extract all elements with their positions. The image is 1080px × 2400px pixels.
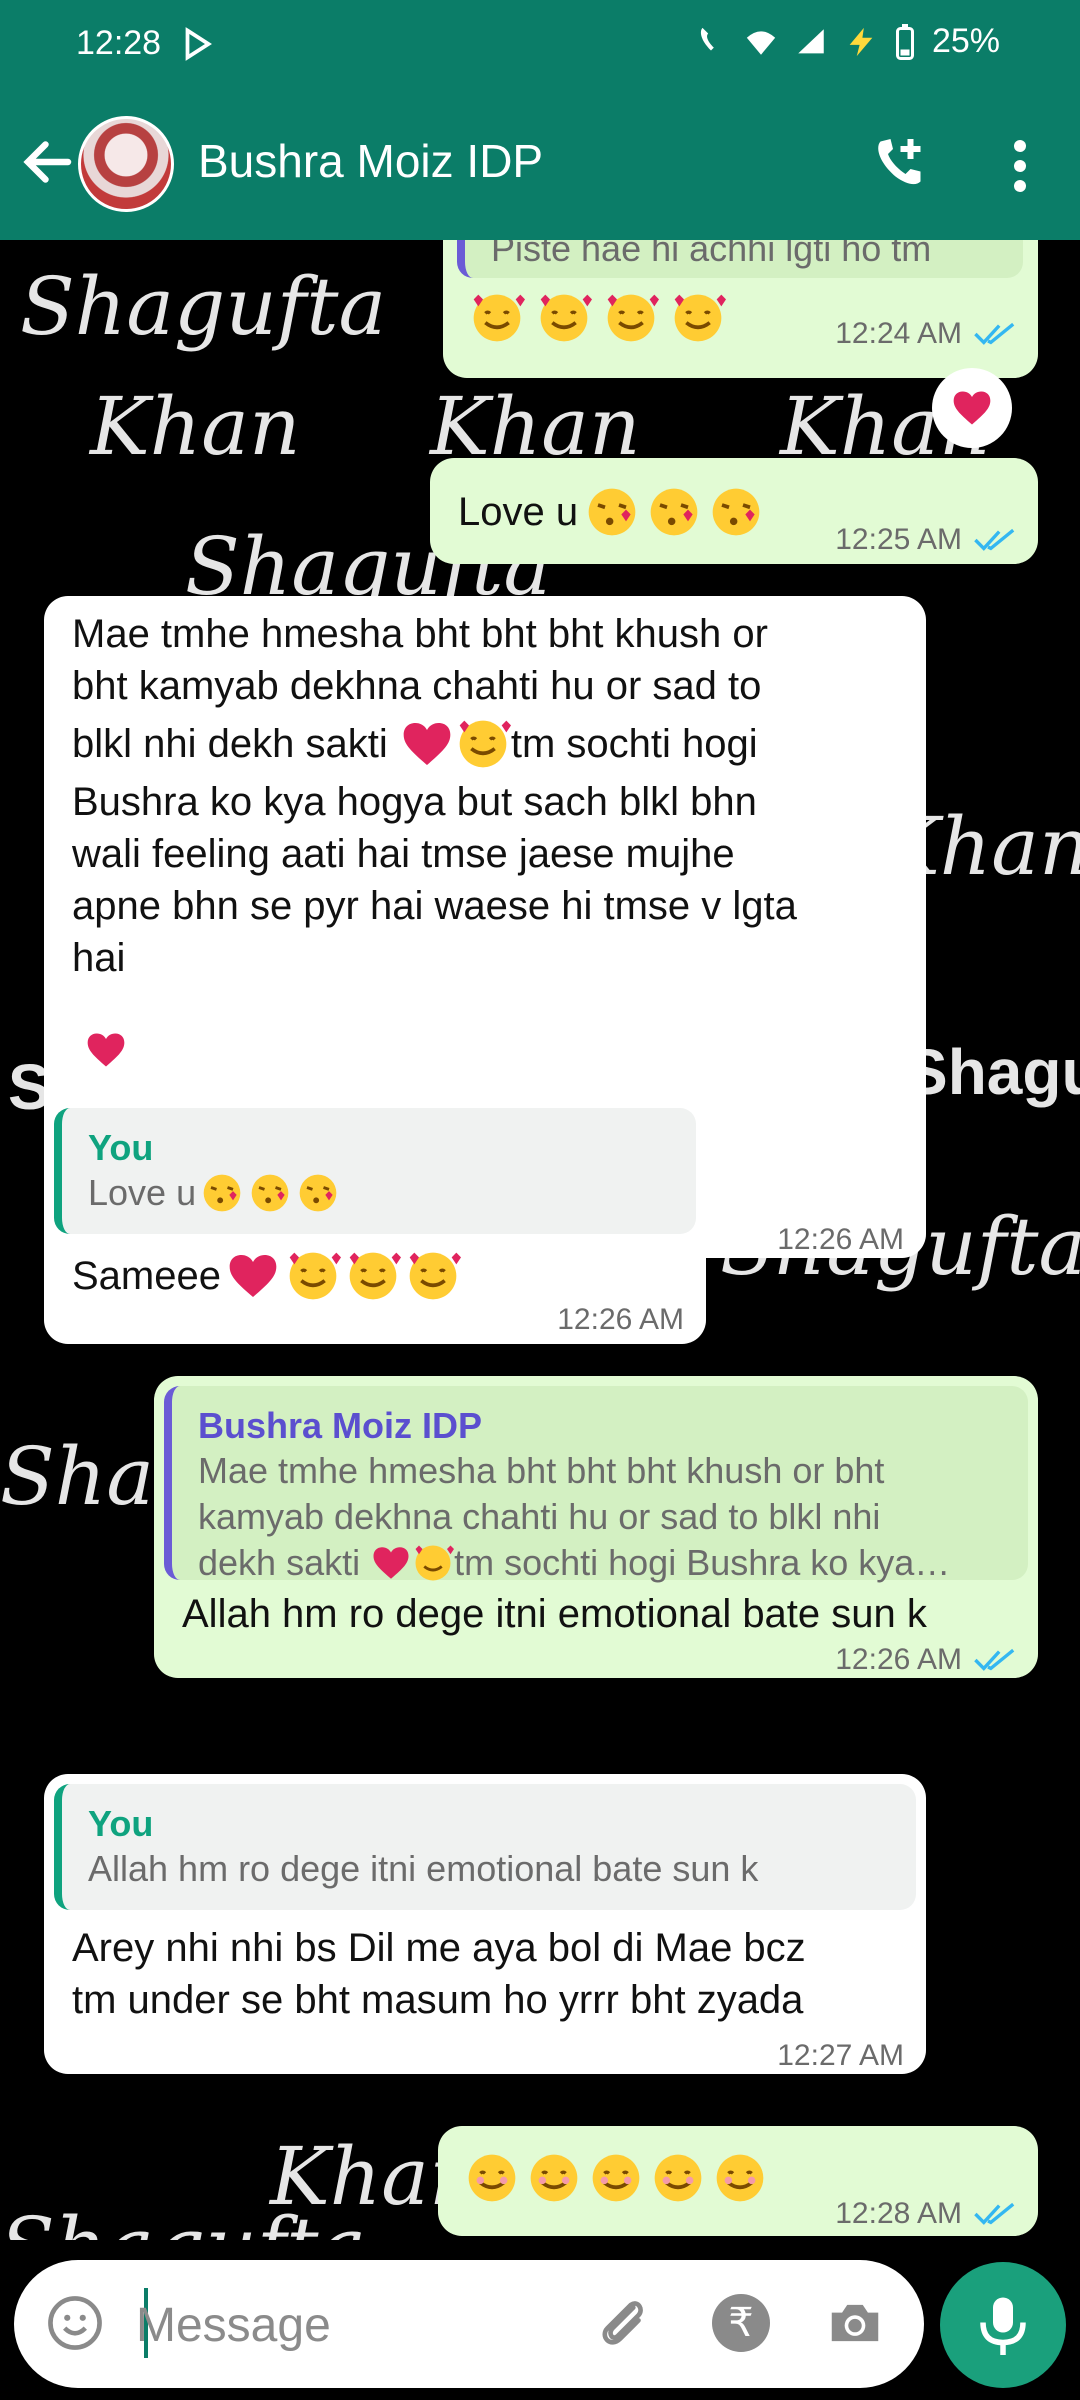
- quote-text: Love u: [88, 1170, 670, 1216]
- wallpaper-watermark: Khan: [90, 380, 301, 473]
- quote-text: Mae tmhe hmesha bht bht bht khush or bht…: [198, 1450, 951, 1583]
- back-arrow-icon[interactable]: [18, 132, 78, 192]
- system-icons: 25%: [694, 22, 1000, 61]
- quote-author: You: [88, 1803, 154, 1844]
- red-heart-icon: [403, 723, 451, 765]
- message-meta: 12:26 AM: [835, 1634, 1016, 1686]
- quoted-message[interactable]: Bushra Moiz IDP Mae tmhe hmesha bht bht …: [164, 1386, 1028, 1583]
- voice-message-button[interactable]: [940, 2262, 1066, 2388]
- read-ticks-icon: [974, 2202, 1015, 2225]
- message-meta: 12:27 AM: [777, 2030, 904, 2082]
- smiling-face-with-hearts-icon: [459, 720, 511, 768]
- message-outgoing[interactable]: 12:28 AM: [438, 2126, 1038, 2236]
- smiling-face-with-hearts-icon: [415, 1545, 455, 1581]
- smiling-face-with-hearts-icon: [607, 295, 660, 342]
- smiling-face-with-hearts-icon: [675, 295, 727, 342]
- message-meta: 12:24 AM: [835, 308, 1016, 360]
- message-meta: 12:25 AM: [835, 514, 1016, 566]
- message-time: 12:26 AM: [777, 1223, 904, 1256]
- face-blowing-kiss-icon: [712, 488, 760, 536]
- smiling-face-with-hearts-icon: [409, 1252, 461, 1300]
- smiling-face-icon: [592, 2154, 640, 2202]
- message-outgoing[interactable]: Love u 12:25 AM: [430, 458, 1038, 564]
- payment-icon[interactable]: ₹: [712, 2294, 770, 2352]
- reaction-heart[interactable]: [66, 1010, 146, 1090]
- message-text: Sameee: [72, 1248, 461, 1304]
- status-bar: 12:28 25%: [0, 0, 1080, 88]
- message-input[interactable]: Message: [136, 2298, 331, 2353]
- add-call-icon[interactable]: [868, 134, 928, 194]
- red-heart-icon: [373, 1547, 409, 1579]
- smiling-face-icon: [468, 2154, 516, 2202]
- attach-icon[interactable]: [592, 2292, 654, 2354]
- quote-author: Bushra Moiz IDP: [198, 1405, 483, 1446]
- battery-percent: 25%: [931, 22, 1000, 60]
- contact-avatar[interactable]: [78, 116, 174, 212]
- red-heart-icon: [229, 1255, 277, 1297]
- message-time: 12:24 AM: [835, 317, 962, 350]
- message-meta: 12:26 AM: [557, 1294, 684, 1346]
- battery-icon: [895, 23, 914, 60]
- message-outgoing[interactable]: Bushra Moiz IDP Mae tmhe hmesha bht bht …: [154, 1376, 1038, 1678]
- face-blowing-kiss-icon: [650, 488, 698, 536]
- status-time: 12:28: [76, 24, 162, 62]
- signal-icon: [798, 28, 824, 53]
- wifi-call-icon: [700, 27, 714, 50]
- message-meta: 12:26 AM: [777, 1214, 904, 1266]
- contact-name[interactable]: Bushra Moiz IDP: [198, 134, 543, 188]
- face-blowing-kiss-icon: [588, 488, 636, 536]
- message-input-bar[interactable]: Message ₹: [14, 2260, 924, 2388]
- wallpaper-watermark: Shagu: [905, 1036, 1080, 1108]
- message-time: 12:28 AM: [835, 2197, 962, 2230]
- message-meta: 12:28 AM: [835, 2188, 1016, 2240]
- quote-author: You: [88, 1127, 154, 1168]
- smiling-face-with-hearts-icon: [473, 295, 525, 342]
- face-blowing-kiss-icon: [299, 1174, 337, 1212]
- read-ticks-icon: [974, 528, 1015, 551]
- smiling-face-icon: [654, 2154, 702, 2202]
- wallpaper-watermark: Shagufta: [20, 260, 387, 353]
- message-time: 12:26 AM: [557, 1303, 684, 1336]
- heart-icon: [953, 391, 991, 425]
- more-options-icon[interactable]: [1000, 136, 1040, 196]
- quoted-message[interactable]: You Love u: [54, 1108, 696, 1234]
- emoji-row: [464, 2150, 768, 2206]
- face-blowing-kiss-icon: [203, 1174, 241, 1212]
- message-time: 12:27 AM: [777, 2039, 904, 2072]
- message-text: Mae tmhe hmesha bht bht bht khush or bht…: [72, 612, 797, 980]
- quote-text: Allah hm ro dege itni emotional bate sun…: [88, 1848, 759, 1889]
- play-store-icon: [185, 27, 212, 61]
- heart-icon: [87, 1033, 125, 1067]
- face-blowing-kiss-icon: [251, 1174, 289, 1212]
- battery-saver-icon: [849, 27, 873, 56]
- reaction-heart[interactable]: [932, 368, 1012, 448]
- quoted-message[interactable]: You Allah hm ro dege itni emotional bate…: [54, 1784, 916, 1910]
- microphone-icon: [980, 2297, 1026, 2355]
- read-ticks-icon: [974, 322, 1015, 345]
- chat-area[interactable]: Shagufta Khan Khan Khan Shagufta Khan Sh…: [0, 240, 1080, 2240]
- read-ticks-icon: [974, 1648, 1015, 1671]
- message-incoming[interactable]: You Love u Sameee 12:26 AM: [44, 1098, 706, 1344]
- message-text: Allah hm ro dege itni emotional bate sun…: [182, 1592, 927, 1636]
- message-outgoing[interactable]: Piste hae hi achhi lgti ho tm 12:24 AM: [443, 240, 1038, 378]
- smiling-face-with-hearts-icon: [349, 1252, 401, 1300]
- message-text: Love u: [458, 484, 764, 540]
- emoji-icon[interactable]: [44, 2292, 106, 2354]
- message-text: Arey nhi nhi bs Dil me aya bol di Mae bc…: [72, 1926, 806, 2022]
- message-incoming[interactable]: You Allah hm ro dege itni emotional bate…: [44, 1774, 926, 2074]
- chat-header: Bushra Moiz IDP: [0, 88, 1080, 240]
- message-time: 12:25 AM: [835, 523, 962, 556]
- message-time: 12:26 AM: [835, 1643, 962, 1676]
- smiling-face-with-hearts-icon: [289, 1252, 341, 1300]
- camera-icon[interactable]: [824, 2292, 886, 2354]
- partial-message-text: Piste hae hi achhi lgti ho tm: [457, 240, 1023, 278]
- emoji-row: [469, 290, 727, 346]
- smiling-face-icon: [530, 2154, 578, 2202]
- wifi-icon: [746, 30, 776, 55]
- smiling-face-icon: [716, 2154, 764, 2202]
- smiling-face-with-hearts-icon: [540, 295, 593, 342]
